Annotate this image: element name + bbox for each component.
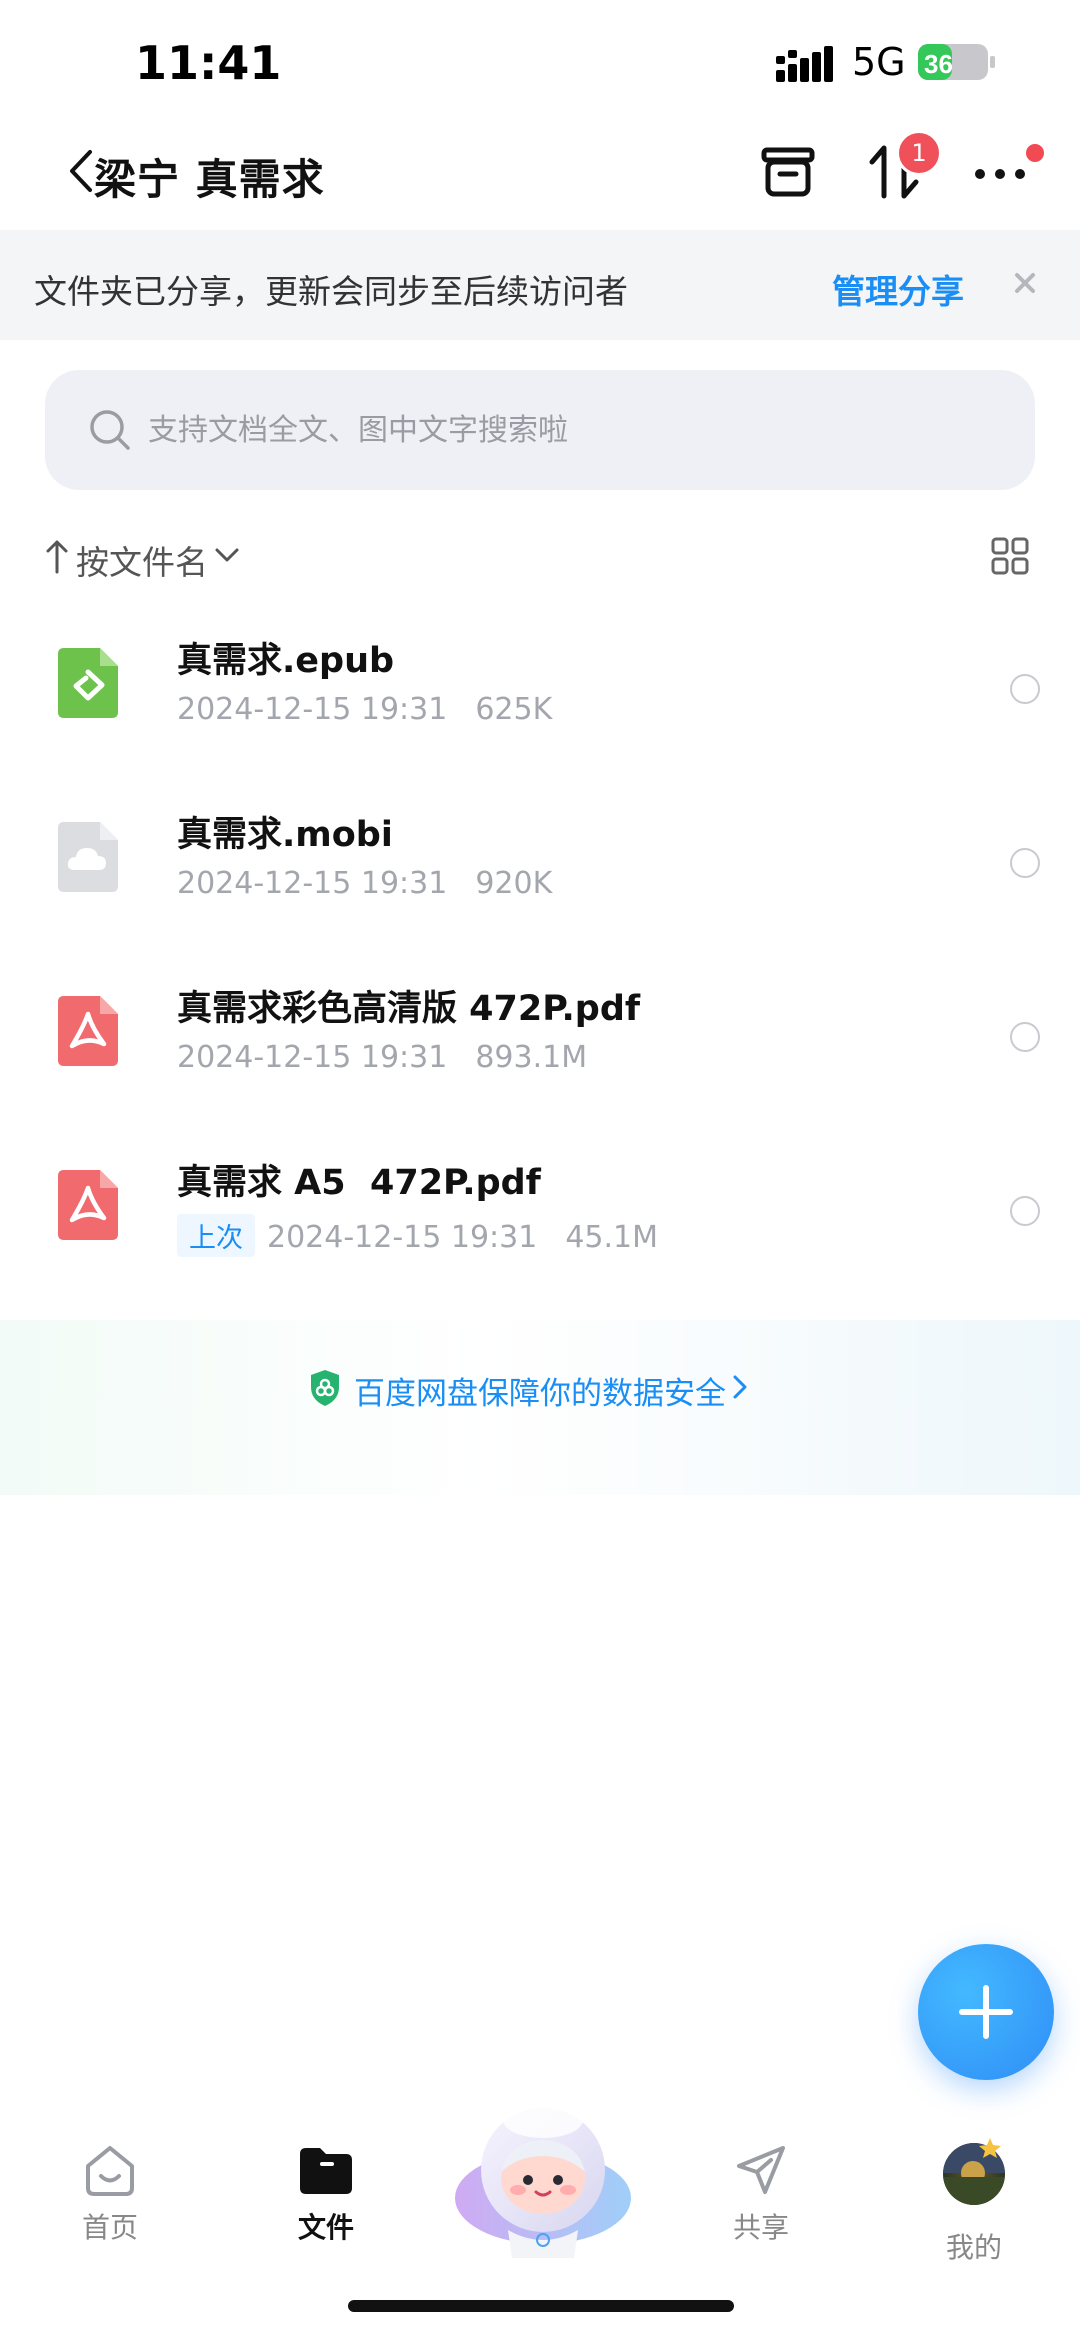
manage-share-link[interactable]: 管理分享 [832, 265, 964, 313]
close-icon[interactable] [1008, 266, 1042, 300]
home-icon [86, 2146, 134, 2196]
select-radio[interactable] [1010, 1022, 1040, 1052]
pdf-icon [58, 996, 118, 1066]
last-opened-tag: 上次 [177, 1214, 255, 1257]
file-meta: 2024-12-15 19:31 920K [177, 866, 552, 901]
sort-label[interactable]: 按文件名 [76, 536, 208, 584]
ai-assistant-mascot[interactable] [448, 2090, 638, 2260]
grid-view-icon[interactable] [990, 536, 1030, 576]
signal-icon [776, 46, 833, 82]
file-date: 2024-12-15 19:31 [177, 866, 448, 901]
status-time: 11:41 [135, 36, 282, 90]
chevron-right-icon[interactable] [732, 1374, 748, 1400]
select-radio[interactable] [1010, 1196, 1040, 1226]
list-item[interactable]: 真需求彩色高清版 472P.pdf 2024-12-15 19:31 893.1M [0, 964, 1080, 1138]
page-title: 梁宁 真需求 [94, 155, 325, 204]
tab-home[interactable]: 首页 [35, 2140, 185, 2250]
epub-icon [58, 648, 118, 718]
sort-arrow-icon[interactable] [44, 536, 70, 576]
share-banner-text: 文件夹已分享，更新会同步至后续访问者 [34, 272, 628, 311]
back-arrow-icon[interactable] [64, 148, 98, 194]
file-date: 2024-12-15 19:31 [177, 1040, 448, 1075]
notification-dot [1026, 144, 1044, 162]
tab-label: 我的 [945, 2231, 1002, 2264]
more-icon[interactable] [968, 140, 1032, 204]
file-size: 45.1M [565, 1220, 659, 1255]
security-text[interactable]: 百度网盘保障你的数据安全 [354, 1368, 726, 1413]
chevron-down-icon[interactable] [214, 545, 240, 565]
file-name: 真需求.mobi [177, 815, 393, 855]
file-size: 893.1M [475, 1040, 588, 1075]
tab-mine[interactable]: 我的 [899, 2226, 1049, 2266]
pdf-icon [58, 1170, 118, 1240]
tab-label: 共享 [732, 2211, 789, 2244]
recycle-bin-icon[interactable] [756, 140, 820, 204]
paper-plane-icon [737, 2146, 785, 2194]
plus-icon [959, 1985, 1013, 2039]
star-icon [979, 2138, 1001, 2158]
file-date: 2024-12-15 19:31 [267, 1220, 538, 1255]
transfer-badge: 1 [896, 130, 942, 176]
select-radio[interactable] [1010, 674, 1040, 704]
file-meta: 2024-12-15 19:31 625K [177, 692, 552, 727]
list-item[interactable]: 真需求 A5 472P.pdf 上次 2024-12-15 19:31 45.1M [0, 1138, 1080, 1312]
file-size: 625K [475, 692, 553, 727]
home-indicator [348, 2300, 734, 2312]
list-item[interactable]: 真需求.epub 2024-12-15 19:31 625K [0, 616, 1080, 790]
select-radio[interactable] [1010, 848, 1040, 878]
list-item[interactable]: 真需求.mobi 2024-12-15 19:31 920K [0, 790, 1080, 964]
shield-icon [311, 1370, 339, 1406]
cloud-file-icon [58, 822, 118, 892]
search-input[interactable] [148, 392, 988, 468]
file-name: 真需求.epub [177, 641, 395, 681]
file-meta: 2024-12-15 19:31 893.1M [177, 1040, 587, 1075]
file-meta: 上次 2024-12-15 19:31 45.1M [177, 1214, 658, 1257]
battery-icon: 36 [918, 44, 995, 80]
add-button[interactable] [918, 1944, 1054, 2080]
file-size: 920K [475, 866, 553, 901]
search-icon [90, 410, 130, 450]
file-name: 真需求彩色高清版 472P.pdf [177, 989, 641, 1029]
tab-label: 文件 [297, 2211, 354, 2244]
tab-files[interactable]: 文件 [251, 2140, 401, 2250]
file-name: 真需求 A5 472P.pdf [177, 1163, 541, 1203]
folder-icon [300, 2148, 352, 2194]
battery-level: 36 [924, 49, 953, 79]
tab-label: 首页 [81, 2211, 138, 2244]
file-date: 2024-12-15 19:31 [177, 692, 448, 727]
tab-share[interactable]: 共享 [686, 2140, 836, 2250]
network-label: 5G [852, 40, 906, 84]
